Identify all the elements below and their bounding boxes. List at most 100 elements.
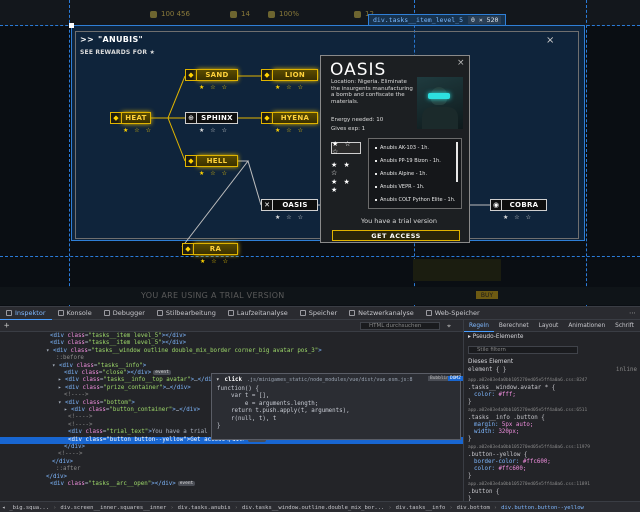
task-icon: ◆ [182,243,194,255]
portrait-visor [428,93,450,99]
html-search-input[interactable]: HTML durchsuchen [360,322,440,330]
pseudo-elements-label: Pseudo-Elemente [472,334,524,340]
dom-node[interactable]: ▸ <div class="button_container">…</div> [0,407,200,414]
breadcrumb-item[interactable]: div.button.button--yellow [501,505,584,511]
breadcrumb-separator: › [449,504,453,511]
weapon-name: Anubis COLT Python Elite - 1h. [380,197,456,203]
more-icon[interactable]: ⋯ [629,309,636,317]
weapon-list[interactable]: Anubis AK-103 - 1h. Anubis PP-19 Bizon -… [368,138,462,209]
event-source[interactable]: .js/minigames_static/node_modules/vue/di… [247,377,413,383]
pseudo-elements-toggle[interactable]: ▸ Pseudo-Elemente [468,334,523,340]
property-value: #ffc600; [498,466,527,472]
add-node-icon[interactable]: + [4,321,9,331]
weapon-item: Anubis VEPR - 1h. [375,184,425,190]
get-access-button[interactable]: GET ACCESS [332,230,460,241]
rules-tab-berechnet[interactable]: Berechnet [494,320,534,332]
tab-label: Speicher [308,309,338,317]
buy-button[interactable]: BUY [476,291,498,299]
tab-icon [425,310,432,316]
breadcrumb-item[interactable]: div.screen__inner.squares__inner [60,505,166,511]
tab-debugger[interactable]: Debugger [98,307,151,320]
dom-node[interactable]: </div> [0,474,67,481]
dom-node[interactable]: ▾ <div class="bottom"> [0,400,135,407]
dom-node[interactable]: </div> [0,444,85,451]
tab-speicher[interactable]: Speicher [294,307,343,320]
dom-node[interactable]: <!----> [0,451,82,458]
task-node-lion[interactable]: ◆ LION [261,69,318,81]
rules-tab-regeln[interactable]: Regeln [464,320,494,332]
dom-node[interactable]: ▸ <div class="tasks__info__top avatar">…… [0,377,219,384]
task-icon: ◆ [185,155,197,167]
task-node-hyena[interactable]: ◆ HYENA [261,112,318,124]
dom-node[interactable]: </div> [0,459,73,466]
difficulty-option-hard[interactable]: ★ ★ ★ [331,178,361,194]
difficulty-option-medium[interactable]: ★ ★ ☆ [331,161,361,177]
element-rule-text: element { } [468,367,507,373]
rule-declaration[interactable]: margin: 5px auto; [474,422,533,428]
dom-node[interactable]: <div class="close"></div> event [0,370,171,377]
tab-stilbearbeitung[interactable]: Stilbearbeitung [151,307,222,320]
breadcrumb-item[interactable]: div.tasks.anubis [178,505,231,511]
task-node-sphinx[interactable]: ⊕ SPHINX [185,112,238,124]
rules-filter-input[interactable]: Stile filtern [468,346,578,354]
rule-declaration[interactable]: color: #ffc600; [474,466,526,472]
tab-inspektor[interactable]: Inspektor [0,307,52,320]
dom-node[interactable]: <!----> [0,392,88,399]
expand-icon[interactable]: ▾ [216,377,220,383]
task-label: OASIS [273,199,318,211]
breadcrumb-item[interactable]: _big.squa... [9,505,49,511]
rule-selector: .tasks__window.avatar * { [468,385,556,391]
tab-web-speicher[interactable]: Web-Speicher [420,307,486,320]
tab-icon [349,310,356,316]
task-node-hell[interactable]: ◆ HELL [185,155,238,167]
task-label: HEAT [122,112,151,124]
tab-laufzeitanalyse[interactable]: Laufzeitanalyse [222,307,294,320]
rule-close: } [468,436,472,442]
dom-node[interactable]: ▾ <div class="tasks__window outline doub… [0,348,322,355]
background-panel [413,259,501,281]
breadcrumb-item[interactable]: div.tasks__info [396,505,446,511]
task-node-cobra[interactable]: ◉ COBRA [490,199,547,211]
inline-label: inline [616,367,637,373]
breadcrumb-item[interactable]: div.bottom [457,505,490,511]
property-name: color: [474,392,499,398]
rules-tab-schrift[interactable]: Schrift [610,320,639,332]
dom-node[interactable]: ::before [0,355,84,362]
dom-node[interactable]: <div class="tasks__item level_5"></div> [0,333,186,340]
dom-node[interactable]: <!----> [0,422,92,429]
tab-netzwerkanalyse[interactable]: Netzwerkanalyse [343,307,420,320]
breadcrumb-item[interactable]: div.tasks__window.outline.double_mix_bor… [242,505,384,511]
close-icon[interactable]: × [457,58,465,68]
dom-node[interactable]: <!----> [0,414,92,421]
dom-node[interactable]: ::after [0,466,80,473]
weapon-list-scrollbar[interactable] [456,142,458,182]
rules-tab-layout[interactable]: Layout [534,320,564,332]
dom-node[interactable]: <div class="tasks__arc__open"></div> even… [0,481,196,488]
rule-declaration[interactable]: color: #fff; [474,392,516,398]
rules-tab-animationen[interactable]: Animationen [563,320,610,332]
dom-node[interactable]: <div class="tasks__item level_5"></div> [0,340,186,347]
dom-node[interactable]: ▸ <div class="prize_container">…</div> [0,385,191,392]
weapon-name: Anubis PP-19 Bizon - 1h. [380,158,441,164]
task-icon: ◆ [185,69,197,81]
dom-node[interactable]: ▾ <div class="tasks__info"> [0,363,146,370]
rule-declaration[interactable]: width: 320px; [474,429,519,435]
task-node-oasis[interactable]: ✕ OASIS [261,199,318,211]
task-node-heat[interactable]: ◆ HEAT [110,112,151,124]
this-element-header: Dieses Element [468,359,514,365]
difficulty-option-easy[interactable]: ★ ☆ ☆ [331,140,361,156]
tab-konsole[interactable]: Konsole [52,307,98,320]
tab-icon [57,310,64,316]
bullet-icon [375,159,377,162]
breadcrumb-back-icon[interactable]: ◂ [2,505,5,511]
element-picker-icon[interactable]: ⌖ [447,322,451,331]
task-node-ra[interactable]: ◆ RA [182,243,238,255]
crossed-swords-icon: ✕ [261,199,273,211]
event-name: click [224,377,242,383]
task-node-sand[interactable]: ◆ SAND [185,69,238,81]
code-line: return t.push.apply(t, arguments), [217,408,350,415]
property-value: 320px; [498,429,520,435]
rule-declaration[interactable]: border-color: #ffc600; [474,459,551,465]
tab-label: Netzwerkanalyse [358,309,414,317]
tab-icon [156,310,163,316]
